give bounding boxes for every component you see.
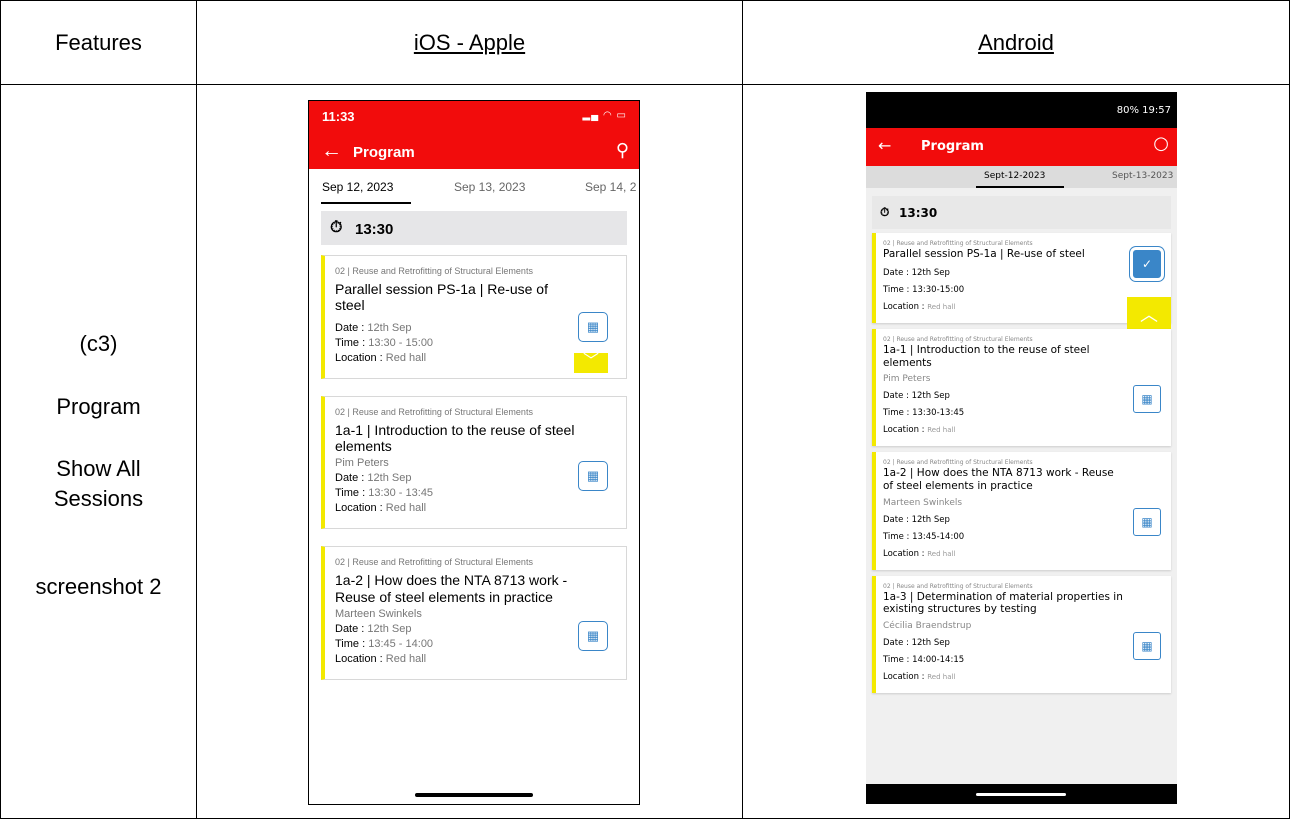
android-gesture-bar: [866, 784, 1177, 804]
session-date: Date : 12th Sep: [883, 637, 950, 648]
ios-status-time: 11:33: [322, 109, 355, 124]
calendar-icon[interactable]: ▦: [1133, 384, 1161, 413]
clock-icon: ⏱: [330, 219, 343, 236]
back-arrow-icon[interactable]: ←: [878, 136, 891, 155]
session-time: Time : 13:30 - 15:00: [335, 336, 434, 349]
header-android: Android: [742, 0, 1290, 85]
tab-sep-13[interactable]: Sep 13, 2023: [454, 180, 525, 194]
session-time: Time : 13:45 - 14:00: [335, 637, 434, 650]
header-ios: iOS - Apple: [196, 0, 743, 85]
android-date-tabs: Sept-12-2023 Sept-13-2023: [866, 166, 1177, 188]
session-date: Date : 12th Sep: [335, 622, 412, 635]
session-speaker: Pim Peters: [335, 457, 389, 470]
ios-date-tabs: Sep 12, 2023 Sep 13, 2023 Sep 14, 2: [309, 169, 639, 204]
search-icon[interactable]: ○: [1153, 133, 1169, 154]
session-speaker: Marteen Swinkels: [335, 607, 422, 620]
session-card[interactable]: 02 | Reuse and Retrofitting of Structura…: [872, 328, 1171, 447]
session-time: Time : 13:30-13:45: [883, 408, 965, 419]
tab-sept-12[interactable]: Sept-12-2023: [984, 171, 1045, 181]
session-title: 1a-1 | Introduction to the reuse of stee…: [883, 343, 1090, 369]
session-card[interactable]: 02 | Reuse and Retrofitting of Structura…: [321, 255, 627, 379]
android-screenshot: 80% 19:57 ← Program ○ Sept-12-2023 Sept-…: [866, 92, 1177, 804]
calendar-icon[interactable]: ▦: [1133, 631, 1161, 660]
android-app-bar: ← Program ○: [866, 128, 1177, 166]
feature-name: Program: [56, 394, 141, 419]
tab-sept-13[interactable]: Sept-13-2023: [1112, 171, 1173, 181]
session-time: Time : 13:30 - 13:45: [335, 487, 434, 500]
session-card[interactable]: 02 | Reuse and Retrofitting of Structura…: [321, 395, 627, 530]
clock-icon: ⏱: [880, 205, 890, 219]
home-indicator[interactable]: [976, 793, 1066, 796]
ios-time-header-label: 13:30: [355, 221, 394, 238]
session-location: Location : Red hall: [883, 548, 956, 559]
session-category: 02 | Reuse and Retrofitting of Structura…: [883, 335, 1033, 343]
android-status-text: 80% 19:57: [1116, 105, 1171, 116]
session-date: Date : 12th Sep: [883, 267, 950, 278]
session-category: 02 | Reuse and Retrofitting of Structura…: [883, 240, 1033, 247]
tab-sep-12[interactable]: Sep 12, 2023: [322, 180, 393, 194]
calendar-icon[interactable]: ▦: [578, 621, 608, 652]
session-title: Parallel session PS-1a | Re-use of steel: [335, 281, 548, 314]
session-location: Location : Red hall: [335, 351, 427, 364]
session-date: Date : 12th Sep: [335, 321, 412, 334]
ios-page-title: Program: [353, 144, 415, 161]
session-title: Parallel session PS-1a | Re-use of steel: [883, 248, 1085, 261]
session-title: 1a-2 | How does the NTA 8713 work - Reus…: [883, 467, 1114, 492]
session-card[interactable]: 02 | Reuse and Retrofitting of Structura…: [872, 452, 1171, 570]
calendar-icon[interactable]: ▦: [578, 312, 608, 342]
session-speaker: Cécilia Braendstrup: [883, 620, 972, 631]
session-date: Date : 12th Sep: [335, 472, 412, 485]
search-icon[interactable]: ⚲: [616, 140, 629, 161]
session-time: Time : 13:30-15:00: [883, 284, 965, 295]
session-location: Location : Red hall: [883, 425, 956, 436]
signal-wifi-battery-icon: ▂▄ ◠ ▭: [582, 110, 627, 121]
session-category: 02 | Reuse and Retrofitting of Structura…: [335, 406, 533, 417]
feature-code: (c3): [79, 331, 118, 356]
android-time-header-label: 13:30: [899, 206, 938, 220]
session-location: Location : Red hall: [335, 652, 427, 665]
session-speaker: Pim Peters: [883, 374, 931, 385]
ios-app-bar: ← Program ⚲: [309, 134, 639, 169]
session-speaker: Marteen Swinkels: [883, 497, 963, 508]
calendar-icon[interactable]: ✓: [1133, 250, 1161, 278]
table-header-row: Features iOS - Apple Android: [0, 0, 1290, 85]
android-session-list: ⏱ 13:30 02 | Reuse and Retrofitting of S…: [866, 188, 1177, 796]
feature-description-cell: (c3) Program Show All Sessions screensho…: [0, 84, 197, 819]
session-time: Time : 14:00-14:15: [883, 654, 965, 665]
feature-detail-line1: Show All: [56, 456, 141, 481]
session-location: Location : Red hall: [883, 301, 956, 312]
tab-sep-14[interactable]: Sep 14, 2: [585, 180, 636, 194]
active-tab-indicator: [321, 202, 411, 204]
session-title: 1a-1 | Introduction to the reuse of stee…: [335, 421, 575, 454]
active-tab-indicator: [976, 186, 1064, 188]
calendar-icon[interactable]: ▦: [1133, 508, 1161, 537]
session-category: 02 | Reuse and Retrofitting of Structura…: [883, 582, 1033, 590]
session-title: 1a-2 | How does the NTA 8713 work - Reus…: [335, 572, 568, 605]
session-location: Location : Red hall: [883, 671, 956, 682]
chevron-down-icon[interactable]: ﹀: [574, 353, 608, 373]
android-time-header: ⏱ 13:30: [872, 196, 1171, 229]
session-date: Date : 12th Sep: [883, 391, 950, 402]
session-card[interactable]: 02 | Reuse and Retrofitting of Structura…: [872, 575, 1171, 693]
session-time: Time : 13:45-14:00: [883, 531, 965, 542]
session-date: Date : 12th Sep: [883, 514, 950, 525]
home-indicator[interactable]: [415, 793, 533, 797]
session-category: 02 | Reuse and Retrofitting of Structura…: [335, 557, 533, 568]
session-card[interactable]: 02 | Reuse and Retrofitting of Structura…: [872, 233, 1171, 335]
session-title: 1a-3 | Determination of material propert…: [883, 590, 1123, 616]
feature-detail-line2: Sessions: [53, 486, 144, 511]
session-card[interactable]: 02 | Reuse and Retrofitting of Structura…: [321, 546, 627, 680]
android-page-title: Program: [921, 139, 984, 154]
session-category: 02 | Reuse and Retrofitting of Structura…: [335, 266, 533, 276]
header-features: Features: [0, 0, 197, 85]
ios-status-bar: 11:33 ▂▄ ◠ ▭: [309, 101, 639, 134]
session-location: Location : Red hall: [335, 502, 427, 515]
android-status-bar: 80% 19:57: [866, 92, 1177, 128]
back-arrow-icon[interactable]: ←: [321, 139, 342, 163]
ios-screenshot: 11:33 ▂▄ ◠ ▭ ← Program ⚲ Sep 12, 2023 Se…: [308, 100, 640, 805]
ios-time-header: ⏱ 13:30: [321, 211, 627, 245]
calendar-icon[interactable]: ▦: [578, 460, 608, 491]
feature-screenshot-label: screenshot 2: [35, 574, 162, 599]
session-category: 02 | Reuse and Retrofitting of Structura…: [883, 459, 1033, 467]
